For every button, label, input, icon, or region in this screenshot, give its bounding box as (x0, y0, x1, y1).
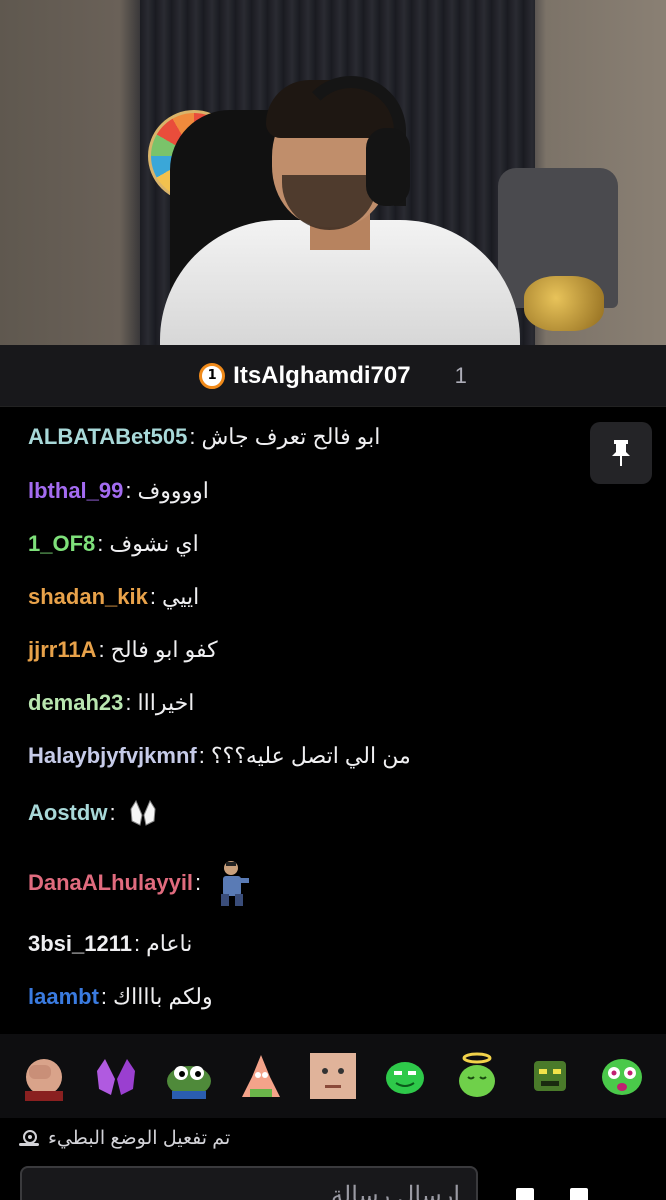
chat-username[interactable]: jjrr11A (28, 637, 97, 663)
chat-message: DanaALhulayyil: (28, 859, 588, 907)
chat-text: اخيرااا (137, 690, 195, 715)
rank-badge-text: 1 (207, 368, 217, 383)
chat-text: كفو ابو فالح (110, 637, 218, 662)
praying-hands-emote (130, 799, 156, 826)
send-icon[interactable] (570, 1188, 588, 1200)
pepe-frog-emote[interactable] (164, 1051, 214, 1101)
green-shock-emote[interactable] (597, 1051, 647, 1101)
chat-username[interactable]: ALBATABet505 (28, 424, 187, 450)
chat-text: ابو فالح تعرف جاش (201, 424, 381, 449)
green-angel-emote[interactable] (452, 1051, 502, 1101)
green-angry-emote[interactable] (525, 1051, 575, 1101)
chat-username[interactable]: DanaALhulayyil (28, 870, 193, 896)
chat-colon: : (125, 478, 132, 503)
chat-username[interactable]: Aostdw (28, 800, 107, 826)
chat-input-container (20, 1166, 478, 1200)
chat-username[interactable]: lbthal_99 (28, 478, 123, 504)
chat-message: Aostdw: (28, 793, 588, 833)
chat-message: demah23: اخيرااا (28, 683, 588, 723)
chat-username[interactable]: 1_OF8 (28, 531, 95, 557)
channel-header: 1 ItsAlghamdi707 1 (0, 345, 666, 407)
chat-username[interactable]: demah23 (28, 690, 123, 716)
chat-message: jjrr11A: كفو ابو فالح (28, 630, 588, 670)
chat-message: shadan_kik: اييي (28, 577, 588, 617)
chat-colon: : (97, 531, 104, 556)
chat-colon: : (109, 800, 116, 825)
chat-colon: : (198, 743, 205, 768)
chat-message: laambt: ولكم بااااك (28, 977, 588, 1017)
chat-text: اي نشوف (109, 531, 199, 556)
dancing-man-emote (221, 861, 250, 906)
facepalm-emote[interactable] (19, 1051, 69, 1101)
chat-username[interactable]: 3bsi_1211 (28, 931, 132, 957)
chat-message: 1_OF8: اي نشوف (28, 524, 588, 564)
chat-message: ALBATABet505: ابو فالح تعرف جاش (28, 417, 588, 457)
chat-input[interactable] (22, 1168, 476, 1200)
chat-text: اووووف (137, 478, 209, 503)
chat-colon: : (189, 424, 196, 449)
rank-badge-icon: 1 (199, 362, 226, 389)
slow-mode-notice: تم تفعيل الوضع البطيء (18, 1122, 230, 1154)
pin-icon (612, 440, 630, 466)
chat-message: lbthal_99: اووووف (28, 471, 588, 511)
chat-colon: : (133, 931, 141, 956)
chat-text: من الي اتصل عليه؟؟؟ (210, 743, 411, 768)
chat-message: Halaybjyfvjkmnf: من الي اتصل عليه؟؟؟ (28, 736, 588, 776)
chat-username[interactable]: Halaybjyfvjkmnf (28, 743, 197, 769)
face-emote[interactable] (308, 1051, 358, 1101)
video-player[interactable] (0, 0, 666, 345)
input-actions[interactable] (516, 1188, 606, 1200)
chat-colon: : (100, 984, 108, 1009)
snail-icon (19, 1130, 39, 1146)
purple-hands-emote[interactable] (91, 1051, 141, 1101)
chat-colon: : (149, 584, 156, 609)
emote-bar (0, 1034, 666, 1118)
chat-text: اييي (161, 584, 200, 609)
viewer-count: 1 (454, 362, 467, 388)
chat-colon: : (125, 690, 132, 715)
chat-text: ناعام (146, 931, 193, 956)
chat-colon: : (98, 637, 105, 662)
patrick-emote[interactable] (236, 1051, 286, 1101)
channel-name[interactable]: ItsAlghamdi707 (233, 362, 410, 390)
pin-button[interactable] (590, 422, 652, 484)
chat-colon: : (195, 870, 202, 895)
chat-text: ولكم بااااك (113, 984, 213, 1009)
chat-message: 3bsi_1211: ناعام (28, 924, 588, 964)
headphone-earcup (366, 128, 410, 206)
emote-picker-icon[interactable] (516, 1188, 534, 1200)
chat-username[interactable]: laambt (28, 984, 99, 1010)
green-smile-emote[interactable] (380, 1051, 430, 1101)
chat-list[interactable]: ALBATABet505: ابو فالح تعرف جاش lbthal_99… (0, 407, 666, 1034)
slow-mode-text: تم تفعيل الوضع البطيء (48, 1127, 231, 1149)
gold-decoration (524, 276, 604, 331)
chat-username[interactable]: shadan_kik (28, 584, 148, 610)
